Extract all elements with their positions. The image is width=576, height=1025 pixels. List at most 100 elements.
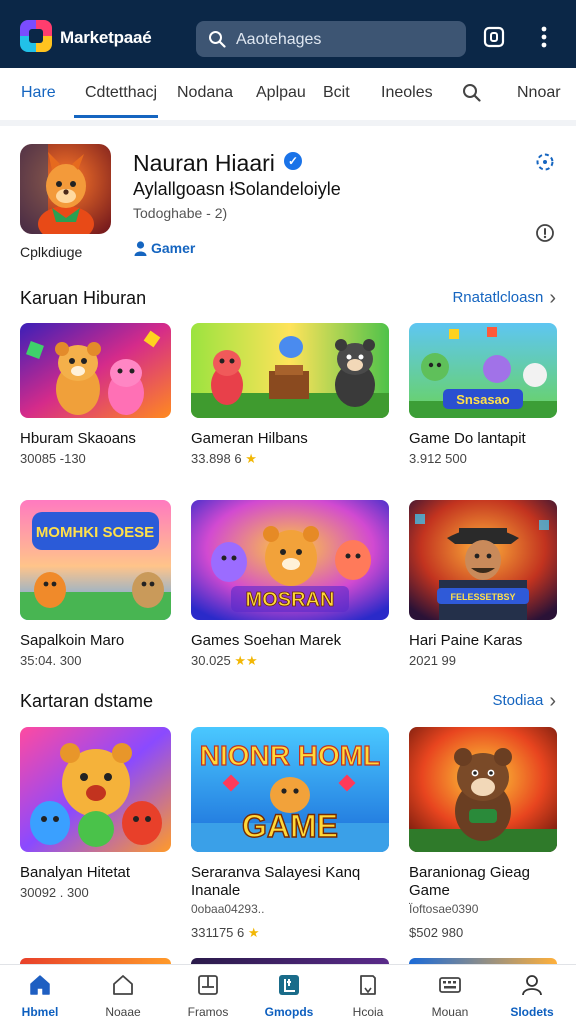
tab-books[interactable]: Bcit xyxy=(323,84,350,102)
app-card[interactable]: Gameran Hilbans 33.898 6 ★ xyxy=(191,323,389,467)
app-card-title: Gameran Hilbans xyxy=(191,430,308,447)
app-card-thumbnail: Snsasao xyxy=(409,323,557,418)
more-menu-button[interactable] xyxy=(531,24,557,50)
app-card[interactable]: Banalyan Hitetat 30092 . 300 xyxy=(20,727,171,901)
app-card-meta: 2021 99 xyxy=(409,653,456,668)
info-icon[interactable] xyxy=(535,223,555,243)
thumbnail-title-text: FELESSETBSY xyxy=(450,592,515,602)
thumbnail-title-text: MOSRAN xyxy=(246,589,335,611)
thumbnail-title-text: Snsasao xyxy=(456,392,510,407)
thumbnail-subtitle-text: GAME xyxy=(242,808,338,844)
app-card[interactable]: FELESSETBSY Hari Paine Karas 2021 99 xyxy=(409,500,557,669)
search-box[interactable] xyxy=(196,21,466,59)
app-card-thumbnail: NIONR HOML GAME xyxy=(191,727,389,852)
loading-icon[interactable] xyxy=(535,152,555,172)
section-see-more-link[interactable]: Rnatatlcloasn › xyxy=(452,288,556,308)
scan-icon xyxy=(483,26,505,48)
fox-character-art xyxy=(20,144,111,234)
app-card-meta: $502 980 xyxy=(409,925,464,940)
nav-item-slodets[interactable]: Slodets xyxy=(492,965,572,1025)
featured-app-caption: Cplkdiuge xyxy=(20,244,83,260)
search-icon[interactable] xyxy=(208,30,226,48)
app-card-title: Sapalkoin Maro xyxy=(20,632,125,649)
tab-nnoar[interactable]: Nnoar xyxy=(517,84,561,102)
verified-badge-icon: ✓ xyxy=(284,152,302,170)
app-card[interactable]: NIONR HOML GAME Seraranva Salayesi Kanq … xyxy=(191,727,389,941)
app-card-developer: Ïoftosae0390 xyxy=(409,902,479,916)
nav-item-label: Hcoia xyxy=(352,1005,384,1019)
app-card-meta: 3.912 500 xyxy=(409,451,467,466)
section-title: Karuan Hiburan xyxy=(20,288,147,308)
nav-item-label: Gmopds xyxy=(264,1005,314,1019)
app-card-thumbnail xyxy=(191,323,389,418)
person-icon xyxy=(522,975,542,996)
tab-ineoles[interactable]: Ineoles xyxy=(381,84,433,102)
home-outline-icon xyxy=(113,975,133,995)
app-card[interactable]: Hburam Skaoans 30085 -130 xyxy=(20,323,171,467)
nav-item-framos[interactable]: Framos xyxy=(168,965,248,1025)
app-card-meta: 30092 . 300 xyxy=(20,885,89,900)
home-icon xyxy=(30,975,50,995)
app-card-title: Game Do lantapit xyxy=(409,430,526,447)
nav-item-label: Mouan xyxy=(431,1005,469,1019)
chevron-right-icon: › xyxy=(549,689,556,712)
featured-app-meta: Todoghabe - 2) xyxy=(133,205,228,221)
featured-app-title[interactable]: Nauran Hiaari xyxy=(133,150,275,177)
section-title: Kartaran dstame xyxy=(20,691,154,711)
featured-app-icon[interactable] xyxy=(20,144,111,234)
app-card[interactable]: Snsasao Game Do lantapit 3.912 500 xyxy=(409,323,557,467)
app-card-thumbnail: FELESSETBSY xyxy=(409,500,557,620)
thumbnail-title-text: NIONR HOML xyxy=(200,740,380,771)
featured-category-label: Gamer xyxy=(151,240,196,256)
featured-category-link[interactable]: Gamer xyxy=(134,240,195,256)
section-link-label: Stodiaa xyxy=(492,692,544,709)
nav-item-noaae[interactable]: Noaae xyxy=(83,965,163,1025)
app-card-meta: 35:04. 300 xyxy=(20,653,82,668)
search-input[interactable] xyxy=(234,21,458,59)
brand-name: Marketpaaé xyxy=(60,28,152,47)
app-card-developer: 0obaa04293.. xyxy=(191,902,265,916)
scan-button[interactable] xyxy=(481,24,507,50)
active-tab-indicator xyxy=(74,115,158,118)
tab-apps[interactable]: Aplpau xyxy=(256,84,306,102)
more-vertical-icon xyxy=(541,26,547,48)
app-card[interactable]: MOSRAN Games Soehan Marek 30.025 ★★ xyxy=(191,500,389,669)
section-link-label: Rnatatlcloasn xyxy=(452,289,544,306)
app-card-thumbnail: MOSRAN xyxy=(191,500,389,620)
app-card[interactable]: MOMHKI SOESE Sapalkoin Maro 35:04. 300 xyxy=(20,500,171,669)
tab-home[interactable]: Hare xyxy=(21,84,56,102)
games-icon xyxy=(279,975,299,995)
thumbnail-title-text: MOMHKI SOESE xyxy=(36,524,154,541)
nav-item-label: Hbmel xyxy=(21,1005,59,1019)
bottom-navigation: Hbmel Noaae Framos Gmopds Hcoia Mouan Sl… xyxy=(0,964,576,1025)
tab-nodana[interactable]: Nodana xyxy=(177,84,233,102)
app-card-thumbnail xyxy=(409,727,557,852)
app-card-meta: 331175 6 ★ xyxy=(191,925,260,940)
app-card-title: Baranionag Gieag Game xyxy=(409,864,530,899)
nav-item-label: Framos xyxy=(187,1005,229,1019)
tab-categories[interactable]: Cdtetthacj xyxy=(85,84,157,102)
app-card[interactable]: Baranionag Gieag Game Ïoftosae0390 $502 … xyxy=(409,727,557,941)
nav-item-home[interactable]: Hbmel xyxy=(0,965,80,1025)
nav-item-mouan[interactable]: Mouan xyxy=(410,965,490,1025)
keyboard-icon xyxy=(439,977,461,993)
app-card-title: Games Soehan Marek xyxy=(191,632,342,649)
nav-item-label: Noaae xyxy=(105,1005,141,1019)
tab-search[interactable] xyxy=(462,83,481,107)
book-icon xyxy=(360,975,376,995)
section-see-more-link[interactable]: Stodiaa › xyxy=(492,689,556,712)
search-icon xyxy=(463,84,481,102)
nav-item-games[interactable]: Gmopds xyxy=(249,965,329,1025)
nav-item-label: Slodets xyxy=(510,1005,554,1019)
featured-app-subtitle: Aylallgoasn łSolandeloiyle xyxy=(133,179,341,199)
app-card-thumbnail: MOMHKI SOESE xyxy=(20,500,171,620)
app-card-meta: 33.898 6 ★ xyxy=(191,451,257,466)
person-icon xyxy=(134,240,147,256)
nav-item-hcoia[interactable]: Hcoia xyxy=(328,965,408,1025)
app-card-thumbnail xyxy=(20,727,171,852)
app-card-title: Hari Paine Karas xyxy=(409,632,523,649)
app-logo-icon[interactable] xyxy=(20,20,52,52)
frame-icon xyxy=(198,975,218,995)
app-card-title: Banalyan Hitetat xyxy=(20,864,131,881)
app-card-meta: 30085 -130 xyxy=(20,451,86,466)
